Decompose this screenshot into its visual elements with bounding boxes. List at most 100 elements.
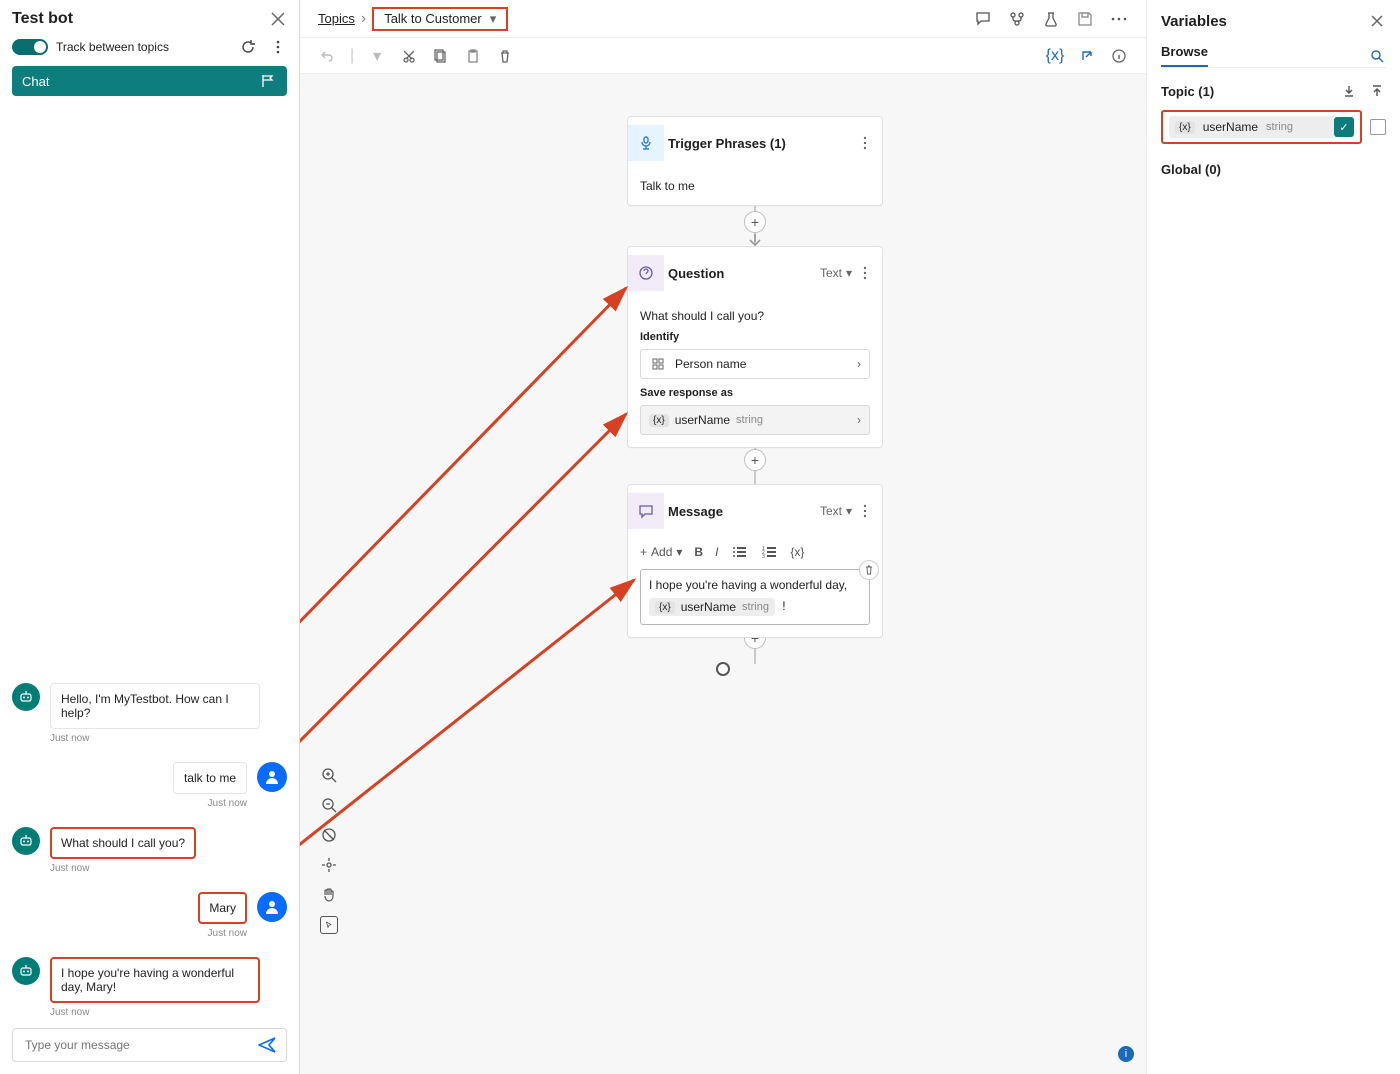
search-icon[interactable] bbox=[1368, 47, 1386, 65]
breadcrumb-current-label: Talk to Customer bbox=[384, 11, 482, 26]
identify-field[interactable]: Person name › bbox=[640, 349, 870, 379]
message-bubble: Mary bbox=[198, 892, 247, 924]
bold-button[interactable]: B bbox=[694, 545, 703, 559]
refresh-icon[interactable] bbox=[239, 38, 257, 56]
more-icon[interactable] bbox=[269, 38, 287, 56]
add-node-button[interactable]: + bbox=[744, 211, 766, 233]
output-type-select[interactable]: Text▾ bbox=[820, 266, 852, 280]
close-icon[interactable] bbox=[1368, 12, 1386, 30]
hand-icon[interactable] bbox=[320, 886, 338, 904]
import-icon[interactable] bbox=[1340, 82, 1358, 100]
question-node[interactable]: Question Text▾ What should I call you? I… bbox=[627, 246, 883, 448]
chat-input-field[interactable] bbox=[23, 1037, 250, 1053]
chat-input[interactable] bbox=[12, 1028, 287, 1062]
variable-name: userName bbox=[681, 600, 736, 614]
app-root: Test bot Track between topics Chat Hello… bbox=[0, 0, 1400, 1074]
more-icon[interactable] bbox=[856, 134, 874, 152]
info-icon[interactable] bbox=[1110, 47, 1128, 65]
test-panel-title: Test bot bbox=[12, 10, 73, 28]
track-toggle[interactable] bbox=[12, 39, 48, 55]
timestamp: Just now bbox=[50, 733, 260, 744]
message-col: Mary Just now bbox=[198, 892, 247, 939]
number-list-icon[interactable]: 123 bbox=[760, 543, 778, 561]
variable-icon[interactable]: {x} bbox=[1046, 47, 1064, 65]
paste-icon[interactable] bbox=[464, 47, 482, 65]
chevron-right-icon: › bbox=[361, 10, 366, 28]
save-as-label: Save response as bbox=[640, 387, 870, 399]
variable-icon: {x} bbox=[649, 414, 669, 427]
user-avatar-icon bbox=[257, 762, 287, 792]
chat-message: I hope you're having a wonderful day, Ma… bbox=[12, 957, 287, 1018]
bullet-list-icon[interactable] bbox=[730, 543, 748, 561]
open-icon[interactable] bbox=[1078, 47, 1096, 65]
more-icon[interactable] bbox=[856, 264, 874, 282]
entity-icon bbox=[649, 355, 667, 373]
chevron-down-icon: ▾ bbox=[676, 545, 682, 559]
user-avatar-icon bbox=[257, 892, 287, 922]
test-bot-panel: Test bot Track between topics Chat Hello… bbox=[0, 0, 300, 1074]
topic-section-header: Topic (1) bbox=[1161, 82, 1386, 100]
zoom-in-icon[interactable] bbox=[320, 766, 338, 784]
message-bubble: talk to me bbox=[173, 762, 247, 794]
tab-browse[interactable]: Browse bbox=[1161, 44, 1208, 67]
breadcrumb-current[interactable]: Talk to Customer ▾ bbox=[372, 7, 508, 31]
chat-tab[interactable]: Chat bbox=[12, 66, 287, 96]
copy-icon[interactable] bbox=[432, 47, 450, 65]
chat-message: Hello, I'm MyTestbot. How can I help? Ju… bbox=[12, 683, 287, 744]
variable-row: {x} userName string ✓ bbox=[1161, 110, 1386, 144]
output-type-select[interactable]: Text▾ bbox=[820, 504, 852, 518]
global-section-header: Global (0) bbox=[1161, 162, 1386, 177]
breadcrumb-root[interactable]: Topics bbox=[318, 11, 355, 26]
chat-message: Mary Just now bbox=[12, 892, 287, 939]
timestamp: Just now bbox=[173, 798, 247, 809]
svg-text:3: 3 bbox=[762, 554, 765, 558]
node-title: Message bbox=[668, 504, 820, 519]
comment-icon[interactable] bbox=[974, 10, 992, 28]
chat-message: talk to me Just now bbox=[12, 762, 287, 809]
message-icon bbox=[628, 493, 664, 529]
message-editor[interactable]: I hope you're having a wonderful day, {x… bbox=[640, 569, 870, 625]
chevron-down-icon[interactable]: ▾ bbox=[368, 47, 386, 65]
info-badge-icon[interactable]: i bbox=[1118, 1046, 1134, 1062]
node-header: Question Text▾ bbox=[628, 247, 882, 299]
message-tail: ! bbox=[782, 599, 785, 613]
recenter-icon[interactable] bbox=[320, 856, 338, 874]
save-icon[interactable] bbox=[1076, 10, 1094, 28]
send-icon[interactable] bbox=[258, 1036, 276, 1054]
variable-item[interactable]: {x} userName string ✓ bbox=[1161, 110, 1362, 144]
branch-icon[interactable] bbox=[1008, 10, 1026, 28]
export-icon[interactable] bbox=[1368, 82, 1386, 100]
add-node-button[interactable]: + bbox=[744, 449, 766, 471]
close-icon[interactable] bbox=[269, 10, 287, 28]
insert-variable-button[interactable]: {x} bbox=[790, 545, 804, 559]
flask-icon[interactable] bbox=[1042, 10, 1060, 28]
fit-icon[interactable] bbox=[320, 826, 338, 844]
breadcrumb: Topics › Talk to Customer ▾ bbox=[300, 0, 1146, 38]
track-label: Track between topics bbox=[56, 40, 169, 54]
flag-icon[interactable] bbox=[259, 72, 277, 90]
bot-avatar-icon bbox=[12, 683, 40, 711]
node-body: Talk to me bbox=[628, 169, 882, 205]
checked-icon[interactable]: ✓ bbox=[1334, 117, 1354, 137]
authoring-canvas[interactable]: + + + Trigger Phrases (1) Talk to me bbox=[300, 74, 1146, 1074]
message-text: I hope you're having a wonderful day, bbox=[649, 578, 861, 592]
more-icon[interactable] bbox=[856, 502, 874, 520]
add-button[interactable]: + Add ▾ bbox=[640, 545, 682, 559]
trigger-node[interactable]: Trigger Phrases (1) Talk to me bbox=[627, 116, 883, 206]
checkbox[interactable] bbox=[1370, 119, 1386, 135]
message-node[interactable]: Message Text▾ + Add ▾ B I 123 {x} I hope… bbox=[627, 484, 883, 638]
trigger-icon bbox=[628, 125, 664, 161]
variable-type: string bbox=[1266, 121, 1293, 133]
variable-chip[interactable]: {x} userName string bbox=[649, 598, 775, 616]
save-as-field[interactable]: {x} userName string › bbox=[640, 405, 870, 435]
italic-button[interactable]: I bbox=[715, 545, 718, 559]
undo-icon[interactable] bbox=[318, 47, 336, 65]
zoom-out-icon[interactable] bbox=[320, 796, 338, 814]
delete-variation-button[interactable] bbox=[859, 560, 879, 580]
select-icon[interactable] bbox=[320, 916, 338, 934]
chat-body: Hello, I'm MyTestbot. How can I help? Ju… bbox=[12, 96, 287, 1018]
delete-icon[interactable] bbox=[496, 47, 514, 65]
more-icon[interactable] bbox=[1110, 10, 1128, 28]
message-col: I hope you're having a wonderful day, Ma… bbox=[50, 957, 260, 1018]
cut-icon[interactable] bbox=[400, 47, 418, 65]
